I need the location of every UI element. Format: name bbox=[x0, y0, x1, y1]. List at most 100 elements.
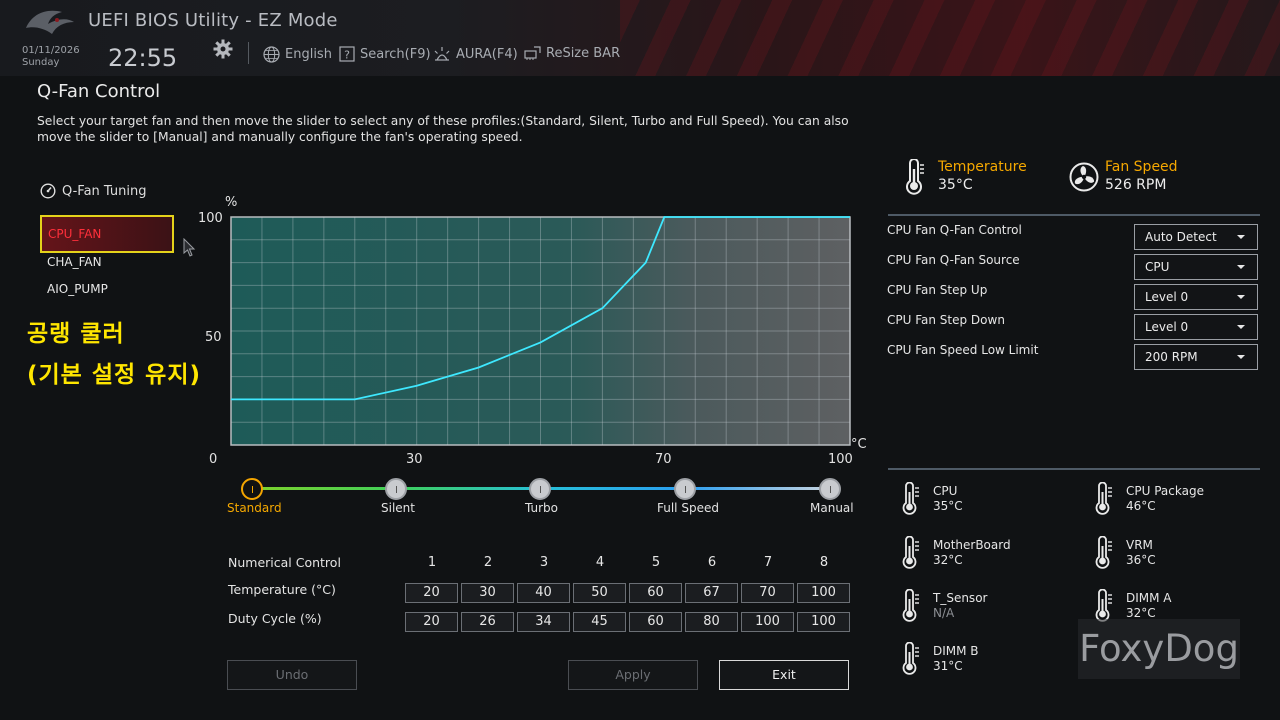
qfan-tuning-label: Q-Fan Tuning bbox=[62, 183, 147, 199]
resize-bar-button[interactable]: ReSize BAR bbox=[524, 46, 620, 61]
fan-curve-line[interactable] bbox=[231, 216, 850, 401]
search-help-icon: ? bbox=[339, 46, 355, 62]
duty-cycle-cell[interactable]: 100 bbox=[797, 612, 850, 632]
gauge-icon bbox=[40, 183, 56, 199]
plot-area[interactable] bbox=[230, 216, 851, 446]
thermometer-icon bbox=[902, 642, 919, 675]
fan-speed-title: Fan Speed bbox=[1105, 159, 1178, 175]
search-button[interactable]: ? Search(F9) bbox=[339, 46, 431, 62]
column-number: 8 bbox=[819, 555, 829, 570]
dropdown-value: Level 0 bbox=[1145, 320, 1189, 334]
sensor-name: CPU bbox=[933, 484, 958, 498]
sensor-name: CPU Package bbox=[1126, 484, 1204, 498]
dropdown-value: CPU bbox=[1145, 260, 1170, 274]
profile-label-full-speed[interactable]: Full Speed bbox=[657, 501, 719, 515]
duty-cycle-cell[interactable]: 34 bbox=[517, 612, 570, 632]
apply-button[interactable]: Apply bbox=[568, 660, 698, 690]
temperature-cell[interactable]: 67 bbox=[685, 583, 738, 603]
column-number: 7 bbox=[763, 555, 773, 570]
svg-text:?: ? bbox=[344, 49, 350, 62]
aura-button[interactable]: AURA(F4) bbox=[433, 46, 518, 62]
annotation-line-1: 공랭 쿨러 bbox=[27, 321, 125, 347]
profile-knob-manual[interactable] bbox=[819, 478, 841, 500]
profile-label-manual[interactable]: Manual bbox=[810, 501, 854, 515]
aura-label: AURA(F4) bbox=[456, 46, 518, 62]
panel-divider bbox=[888, 214, 1260, 216]
temperature-cell[interactable]: 50 bbox=[573, 583, 626, 603]
page-title: Q-Fan Control bbox=[37, 81, 161, 102]
fan-item-label: CPU_FAN bbox=[48, 227, 102, 241]
sensor-name: MotherBoard bbox=[933, 538, 1011, 552]
column-number: 4 bbox=[595, 555, 605, 570]
y-tick-label: 50 bbox=[205, 330, 222, 345]
numerical-control-label: Numerical Control bbox=[228, 555, 341, 570]
step-down-dropdown[interactable]: Level 0 bbox=[1134, 314, 1258, 340]
date-text: 01/11/2026 bbox=[22, 45, 80, 56]
time-display: 22:55 bbox=[108, 44, 178, 72]
x-tick-label: 70 bbox=[655, 452, 672, 467]
panel-divider bbox=[888, 468, 1260, 470]
setting-label-step-up: CPU Fan Step Up bbox=[887, 283, 988, 297]
duty-cycle-cell[interactable]: 45 bbox=[573, 612, 626, 632]
temperature-cell[interactable]: 100 bbox=[797, 583, 850, 603]
watermark: FoxyDog bbox=[1078, 619, 1240, 679]
thermometer-icon bbox=[906, 159, 924, 195]
step-up-dropdown[interactable]: Level 0 bbox=[1134, 284, 1258, 310]
sensor-value: 36°C bbox=[1126, 553, 1156, 567]
gear-icon[interactable] bbox=[212, 38, 234, 60]
duty-cycle-cell[interactable]: 26 bbox=[461, 612, 514, 632]
profile-label-standard[interactable]: Standard bbox=[227, 501, 282, 515]
undo-button[interactable]: Undo bbox=[227, 660, 357, 690]
x-tick-label: 0 bbox=[209, 452, 218, 467]
sensor-name: DIMM B bbox=[933, 644, 979, 658]
temperature-title: Temperature bbox=[938, 159, 1027, 175]
fan-item-cpu-fan[interactable]: CPU_FAN bbox=[40, 215, 174, 253]
fan-item-cha-fan[interactable]: CHA_FAN bbox=[47, 255, 102, 269]
column-number: 3 bbox=[539, 555, 549, 570]
profile-label-silent[interactable]: Silent bbox=[381, 501, 415, 515]
mouse-cursor-icon bbox=[183, 238, 196, 257]
fan-item-aio-pump[interactable]: AIO_PUMP bbox=[47, 282, 108, 296]
duty-cycle-cell[interactable]: 60 bbox=[629, 612, 682, 632]
profile-knob-standard[interactable] bbox=[241, 478, 263, 500]
temperature-cell[interactable]: 60 bbox=[629, 583, 682, 603]
duty-cycle-cell[interactable]: 20 bbox=[405, 612, 458, 632]
duty-cycle-cell[interactable]: 100 bbox=[741, 612, 794, 632]
speed-low-limit-dropdown[interactable]: 200 RPM bbox=[1134, 344, 1258, 370]
sensor-value: 46°C bbox=[1126, 499, 1156, 513]
column-number: 1 bbox=[427, 555, 437, 570]
exit-button[interactable]: Exit bbox=[719, 660, 849, 690]
thermometer-icon bbox=[1095, 589, 1112, 622]
temperature-row-label: Temperature (°C) bbox=[228, 582, 336, 597]
profile-knob-turbo[interactable] bbox=[529, 478, 551, 500]
sensor-value: 31°C bbox=[933, 659, 963, 673]
sensor-name: DIMM A bbox=[1126, 591, 1172, 605]
fan-speed-value: 526 RPM bbox=[1105, 177, 1167, 193]
temperature-cell[interactable]: 70 bbox=[741, 583, 794, 603]
aura-light-icon bbox=[434, 47, 450, 61]
header-divider bbox=[248, 42, 249, 64]
temperature-value: 35°C bbox=[938, 177, 973, 193]
duty-cycle-cell[interactable]: 80 bbox=[685, 612, 738, 632]
sensor-value: 35°C bbox=[933, 499, 963, 513]
profile-knob-full-speed[interactable] bbox=[674, 478, 696, 500]
qfan-tuning-button[interactable]: Q-Fan Tuning bbox=[40, 183, 146, 199]
qfan-source-dropdown[interactable]: CPU bbox=[1134, 254, 1258, 280]
temperature-cell[interactable]: 30 bbox=[461, 583, 514, 603]
chart-x-unit: °C bbox=[851, 437, 867, 452]
profile-label-turbo[interactable]: Turbo bbox=[525, 501, 558, 515]
language-button[interactable]: English bbox=[263, 46, 332, 63]
temperature-cell[interactable]: 20 bbox=[405, 583, 458, 603]
chevron-down-icon bbox=[1237, 295, 1245, 299]
temperature-cell[interactable]: 40 bbox=[517, 583, 570, 603]
profile-knob-silent[interactable] bbox=[385, 478, 407, 500]
chevron-down-icon bbox=[1237, 325, 1245, 329]
qfan-control-dropdown[interactable]: Auto Detect bbox=[1134, 224, 1258, 250]
column-number: 5 bbox=[651, 555, 661, 570]
language-label: English bbox=[285, 47, 332, 62]
column-number: 6 bbox=[707, 555, 717, 570]
page-description: Select your target fan and then move the… bbox=[37, 114, 849, 144]
sensor-name: VRM bbox=[1126, 538, 1153, 552]
app-title: UEFI BIOS Utility - EZ Mode bbox=[88, 10, 338, 31]
chevron-down-icon bbox=[1237, 265, 1245, 269]
